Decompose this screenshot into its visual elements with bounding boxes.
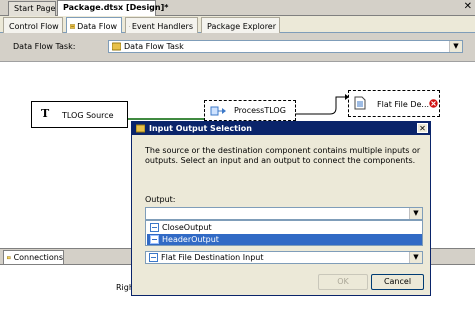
tlog-source-label: TLOG Source (62, 111, 114, 120)
data-flow-task-row: Data Flow Task: Data Flow Task ▼ (0, 34, 475, 62)
output-label: Output: (145, 195, 176, 204)
tab-data-flow-label: Data Flow (77, 22, 117, 31)
tab-control-flow-label: Control Flow (9, 22, 59, 31)
input-chevron-down-icon[interactable]: ▼ (409, 252, 422, 263)
tab-data-flow[interactable]: Data Flow (66, 17, 122, 33)
tab-package-design[interactable]: Package.dtsx [Design]* (57, 0, 168, 16)
output-option-label: CloseOutput (162, 223, 212, 232)
flat-file-icon (354, 96, 366, 110)
data-flow-task-icon (112, 42, 121, 51)
dialog-app-icon (136, 124, 145, 133)
output-option-closeoutput[interactable]: CloseOutput (147, 222, 422, 233)
designer-tabstrip: Control Flow Data Flow Event Handlers Pa… (0, 16, 475, 33)
input-select[interactable]: Flat File Destination Input ▼ (145, 251, 423, 264)
tlog-source-component[interactable]: T TLOG Source (31, 101, 128, 128)
script-component-icon (210, 106, 226, 116)
dialog-title: Input Output Selection (149, 124, 252, 133)
close-document-icon[interactable]: ✕ (464, 1, 472, 12)
flat-file-destination-component[interactable]: Flat File De... (348, 90, 440, 117)
tab-connections-label: Connections (13, 253, 63, 262)
output-dropdown-list[interactable]: CloseOutput HeaderOutput (145, 220, 423, 246)
document-tabstrip: Start Page Package.dtsx [Design]* ✕ (0, 0, 475, 16)
output-option-label: HeaderOutput (162, 235, 219, 244)
data-flow-task-select[interactable]: Data Flow Task ▼ (108, 40, 463, 53)
tab-package-design-label: Package.dtsx [Design]* (63, 3, 169, 12)
error-icon (429, 99, 438, 108)
processtlog-component[interactable]: ProcessTLOG (204, 100, 296, 121)
flat-file-destination-label: Flat File De... (377, 100, 430, 109)
tab-package-explorer[interactable]: Package Explorer (201, 17, 280, 33)
text-source-icon: T (41, 107, 50, 120)
output-option-icon (150, 223, 159, 232)
chevron-down-icon[interactable]: ▼ (449, 41, 462, 52)
event-handlers-icon (129, 26, 130, 27)
dialog-description: The source or the destination component … (145, 146, 421, 165)
ok-button[interactable]: OK (318, 274, 368, 290)
input-select-value: Flat File Destination Input (161, 253, 264, 262)
tab-start-page-label: Start Page (14, 4, 56, 13)
output-chevron-down-icon[interactable]: ▼ (409, 208, 422, 219)
connections-icon (7, 256, 11, 260)
data-flow-task-label: Data Flow Task: (13, 42, 76, 51)
dialog-titlebar: Input Output Selection ✕ (132, 122, 430, 135)
tab-connections[interactable]: Connections (3, 250, 64, 264)
cancel-button[interactable]: Cancel (371, 274, 424, 290)
data-flow-icon (70, 24, 76, 29)
input-option-icon (149, 253, 158, 262)
tab-event-handlers[interactable]: Event Handlers (125, 17, 198, 33)
data-flow-task-value: Data Flow Task (124, 42, 184, 51)
tab-control-flow[interactable]: Control Flow (3, 17, 63, 33)
close-icon[interactable]: ✕ (417, 123, 428, 133)
tab-package-explorer-label: Package Explorer (207, 22, 277, 31)
input-output-selection-dialog: Input Output Selection ✕ The source or t… (131, 121, 431, 296)
tab-event-handlers-label: Event Handlers (131, 22, 193, 31)
tab-start-page[interactable]: Start Page (8, 1, 56, 16)
output-option-headeroutput[interactable]: HeaderOutput (147, 234, 422, 245)
output-select[interactable]: ▼ (145, 207, 423, 220)
output-option-icon (150, 235, 159, 244)
processtlog-label: ProcessTLOG (234, 106, 286, 115)
